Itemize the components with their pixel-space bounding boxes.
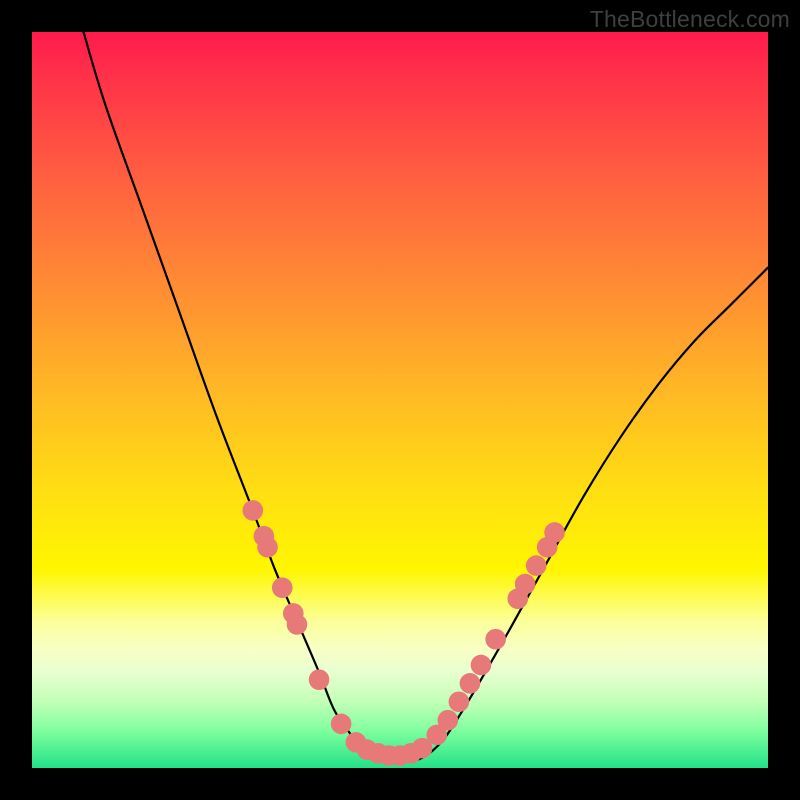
curve-marker: [449, 691, 470, 712]
chart-svg: [32, 32, 768, 768]
curve-marker: [287, 614, 308, 635]
curve-marker: [309, 669, 330, 690]
curve-marker: [438, 710, 459, 731]
curve-marker: [485, 629, 506, 650]
curve-marker: [460, 673, 481, 694]
watermark-text: TheBottleneck.com: [590, 6, 790, 33]
plot-area: [32, 32, 768, 768]
curve-marker: [243, 500, 264, 521]
chart-frame: TheBottleneck.com: [0, 0, 800, 800]
curve-marker: [515, 574, 536, 595]
curve-markers: [243, 500, 565, 766]
curve-marker: [526, 555, 547, 576]
curve-marker: [471, 655, 492, 676]
curve-marker: [272, 577, 293, 598]
bottleneck-curve: [84, 32, 768, 761]
curve-marker: [257, 537, 278, 558]
curve-marker: [544, 522, 565, 543]
curve-marker: [331, 714, 352, 735]
